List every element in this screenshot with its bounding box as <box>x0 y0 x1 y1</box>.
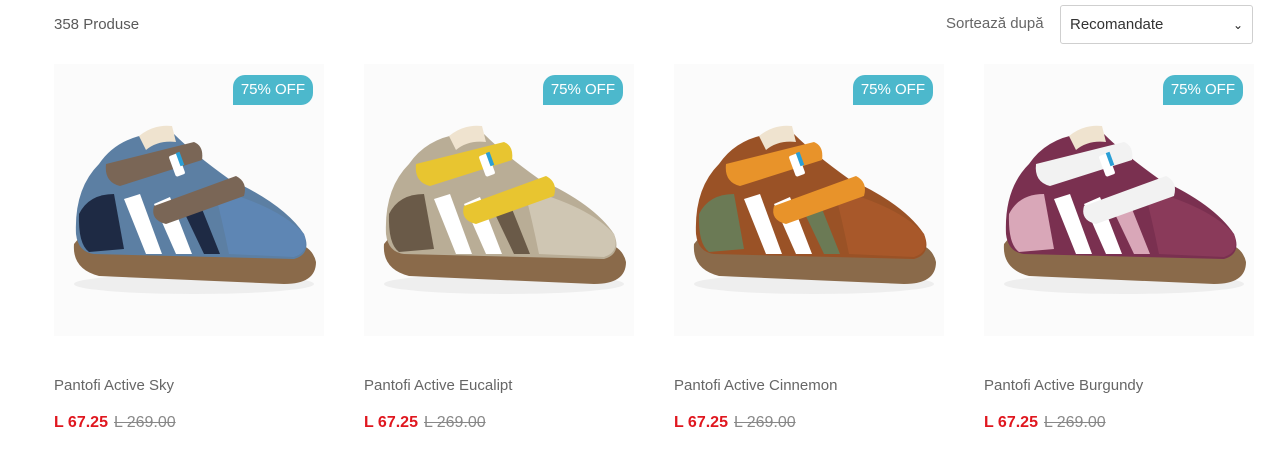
discount-badge: 75% OFF <box>232 75 313 105</box>
price-block: L 67.25 L 269.00 <box>674 414 796 432</box>
sort-selected-value: Recomandate <box>1070 16 1164 33</box>
product-name[interactable]: Pantofi Active Sky <box>54 377 174 394</box>
discount-badge: 75% OFF <box>852 75 933 105</box>
price-block: L 67.25 L 269.00 <box>984 414 1106 432</box>
product-name[interactable]: Pantofi Active Cinnemon <box>674 377 837 394</box>
product-count: 358 Produse <box>54 16 140 33</box>
shoe-image <box>73 125 317 294</box>
original-price: L 269.00 <box>423 414 486 431</box>
shoe-image <box>383 125 626 294</box>
product-image[interactable]: 75% OFF <box>674 64 944 336</box>
discount-badge: 75% OFF <box>542 75 623 105</box>
sale-price: L 67.25 <box>364 414 418 431</box>
product-name[interactable]: Pantofi Active Eucalipt <box>364 377 512 394</box>
price-block: L 67.25 L 269.00 <box>54 414 176 432</box>
product-card[interactable]: 75% OFF Pantofi Active Burgundy L 67.25 L… <box>984 64 1254 454</box>
original-price: L 269.00 <box>733 414 796 431</box>
shoe-image <box>1003 125 1246 294</box>
product-name[interactable]: Pantofi Active Burgundy <box>984 377 1143 394</box>
product-image[interactable]: 75% OFF <box>364 64 634 336</box>
sale-price: L 67.25 <box>674 414 728 431</box>
original-price: L 269.00 <box>113 414 176 431</box>
shoe-image <box>693 125 936 294</box>
product-card[interactable]: 75% OFF Pantofi Active Cinnemon L 67.25 L… <box>674 64 944 454</box>
product-card[interactable]: 75% OFF Pantofi Active Eucalipt L 67.25 L… <box>364 64 634 454</box>
sort-select[interactable]: Recomandate ⌄ <box>1060 5 1253 44</box>
product-image[interactable]: 75% OFF <box>984 64 1254 336</box>
sale-price: L 67.25 <box>984 414 1038 431</box>
discount-badge: 75% OFF <box>1162 75 1243 105</box>
chevron-down-icon: ⌄ <box>1232 17 1243 32</box>
original-price: L 269.00 <box>1043 414 1106 431</box>
price-block: L 67.25 L 269.00 <box>364 414 486 432</box>
sort-label: Sortează după <box>946 15 1044 32</box>
product-card[interactable]: 75% OFF Pantofi Active Sky L 67.25 L 269.… <box>54 64 324 454</box>
product-image[interactable]: 75% OFF <box>54 64 324 336</box>
sale-price: L 67.25 <box>54 414 108 431</box>
